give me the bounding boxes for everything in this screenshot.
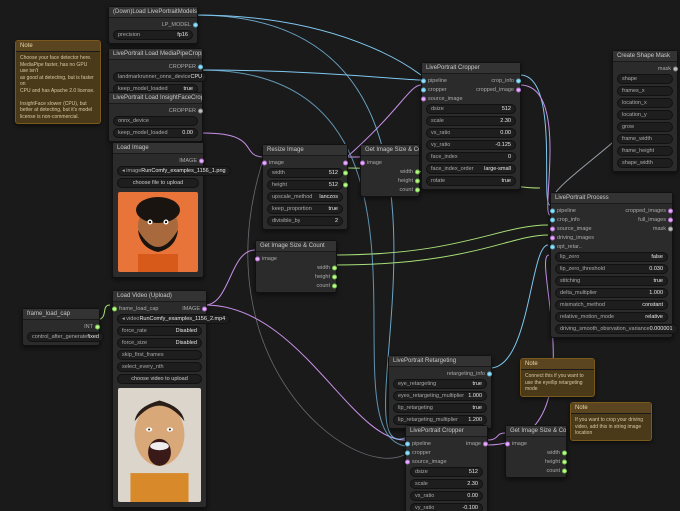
field-keep-proportion[interactable]: keep_proportiontrue (267, 204, 343, 214)
note-text: Choose your face detector here. MediaPip… (16, 52, 100, 123)
note-crop-driving-hint[interactable]: Note If you want to crop your driving vi… (570, 402, 652, 441)
field-onnx-device[interactable]: onnx_device (113, 116, 198, 126)
field-vx-ratio[interactable]: vx_ratio0.00 (410, 491, 483, 501)
field-rotate[interactable]: rotatetrue (426, 176, 516, 186)
field-height[interactable]: height512 (267, 180, 343, 190)
field-relative-motion-mode[interactable]: relative_motion_moderelative (555, 312, 668, 322)
field-width[interactable]: width512 (267, 168, 343, 178)
port-out-image (343, 160, 348, 165)
field-eye-retargeting[interactable]: eye_retargetingtrue (393, 379, 487, 389)
field-force-size[interactable]: force_sizeDisabled (117, 338, 202, 348)
node-liveportrait-process[interactable]: LivePortrait Process pipelinecropped_ima… (550, 192, 673, 338)
field-video[interactable]: ◂ videoRunComfy_examples_1156_2.mp4 (117, 314, 230, 324)
node-liveportrait-cropper-1[interactable]: LivePortrait Cropper pipelinecrop_info c… (421, 62, 521, 190)
node-get-image-size-2[interactable]: Get Image Size & Count image width heigh… (255, 240, 337, 293)
node-title[interactable]: Note (16, 41, 100, 52)
note-text: If you want to crop your driving video, … (571, 414, 651, 440)
port-in-image (421, 96, 426, 101)
video-preview (115, 385, 204, 505)
port-in-pipeline (421, 78, 426, 83)
node-title[interactable]: LivePortrait Cropper (406, 426, 487, 437)
node-title[interactable]: Get Image Size & Count (506, 426, 566, 437)
port-out-cropper (198, 108, 203, 113)
node-mediapipe-cropper-loader[interactable]: LivePortrait Load MediaPipeCropper CROPP… (108, 48, 203, 98)
node-title[interactable]: Resize Image (263, 145, 347, 156)
node-title[interactable]: Load Video (Upload) (113, 291, 206, 302)
port-in-image (360, 160, 365, 165)
field-vx-ratio[interactable]: vx_ratio0.00 (426, 128, 516, 138)
field-dsize[interactable]: dsize512 (426, 104, 516, 114)
node-title[interactable]: Note (521, 359, 594, 370)
field-lip-multiplier[interactable]: lip_retargeting_multiplier1.200 (393, 415, 487, 425)
node-title[interactable]: Note (571, 403, 651, 414)
node-title[interactable]: Get Image Size & Count (256, 241, 336, 252)
port-out-model (193, 22, 198, 27)
field-scale[interactable]: scale2.30 (426, 116, 516, 126)
note-text: Connect this if you want to use the eye/… (521, 370, 594, 396)
field-divisible-by[interactable]: divisible_by2 (267, 216, 343, 226)
field-stitching[interactable]: stitchingtrue (555, 276, 668, 286)
node-title[interactable]: Get Image Size & Count (361, 145, 419, 156)
node-download-models[interactable]: (Down)Load LivePortraitModels LP_MODEL p… (108, 6, 198, 44)
field-lip-retargeting[interactable]: lip_retargetingtrue (393, 403, 487, 413)
preview-shouting-face (118, 388, 201, 502)
field-control-after-generate[interactable]: control_after_generatefixed (27, 332, 104, 342)
field-dsize[interactable]: dsize512 (410, 467, 483, 477)
port-in-cropper (421, 87, 426, 92)
port-in-image (262, 160, 267, 165)
field-scale[interactable]: scale2.30 (410, 479, 483, 489)
port-out-width (343, 171, 348, 176)
node-get-image-size-3[interactable]: Get Image Size & Count image width heigh… (505, 425, 567, 478)
field-face-index[interactable]: face_index0 (426, 152, 516, 162)
field-vy-ratio[interactable]: vy_ratio-0.100 (410, 503, 483, 511)
node-load-image[interactable]: Load Image IMAGE ◂ imageRunComfy_example… (112, 142, 204, 278)
node-liveportrait-cropper-2[interactable]: LivePortrait Cropper pipelineimage cropp… (405, 425, 488, 511)
field-driving-smooth-variance[interactable]: driving_smooth_obsrvation_variance0.0000… (555, 324, 678, 334)
port-out-cropper (198, 64, 203, 69)
field-onnx-device[interactable]: landmarkrunner_onnx_deviceCPU (113, 72, 207, 82)
node-frame-load-cap[interactable]: frame_load_cap INT control_after_generat… (22, 308, 100, 346)
note-detector-choice[interactable]: Note Choose your face detector here. Med… (15, 40, 101, 124)
node-title[interactable]: (Down)Load LivePortraitModels (109, 7, 197, 18)
node-create-shape-mask[interactable]: Create Shape Mask mask shape frames_x lo… (612, 50, 678, 172)
field-filename[interactable]: ◂ imageRunComfy_examples_1156_1.png (117, 166, 231, 176)
field-delta-multiplier[interactable]: delta_multiplier1.000 (555, 288, 668, 298)
node-title[interactable]: LivePortrait Retargeting (389, 356, 491, 367)
note-retarget-hint[interactable]: Note Connect this if you want to use the… (520, 358, 595, 397)
field-force-rate[interactable]: force_rateDisabled (117, 326, 202, 336)
field-mismatch-method[interactable]: mismatch_methodconstant (555, 300, 668, 310)
field-lip-zero[interactable]: lip_zerofalse (555, 252, 668, 262)
field-upscale-method[interactable]: upscale_methodlanczos (267, 192, 343, 202)
node-title[interactable]: LivePortrait Cropper (422, 63, 520, 74)
node-title[interactable]: Create Shape Mask (613, 51, 677, 62)
node-insightface-cropper-loader[interactable]: LivePortrait Load InsightFaceCropper CRO… (108, 92, 203, 142)
node-load-video[interactable]: Load Video (Upload) frame_load_capIMAGE … (112, 290, 207, 508)
field-precision[interactable]: precisionfp16 (113, 30, 193, 40)
field-skip-first[interactable]: skip_first_frames (117, 350, 202, 360)
field-vy-ratio[interactable]: vy_ratio-0.125 (426, 140, 516, 150)
field-keep-loaded[interactable]: keep_model_loaded0.00 (113, 128, 198, 138)
image-preview (115, 189, 201, 275)
field-select-every-nth[interactable]: select_every_nth (117, 362, 202, 372)
node-title[interactable]: LivePortrait Load InsightFaceCropper (109, 93, 202, 104)
node-title[interactable]: Load Image (113, 143, 203, 154)
node-title[interactable]: LivePortrait Process (551, 193, 672, 204)
node-title[interactable]: LivePortrait Load MediaPipeCropper (109, 49, 202, 60)
node-liveportrait-retargeting[interactable]: LivePortrait Retargeting retargeting_inf… (388, 355, 492, 429)
field-face-index-order[interactable]: face_index_orderlarge-small (426, 164, 516, 174)
node-resize-image[interactable]: Resize Image image width512 height512 up… (262, 144, 348, 230)
upload-video-button[interactable]: choose video to upload (117, 374, 202, 384)
port-out-image (199, 158, 204, 163)
field-lip-zero-threshold[interactable]: lip_zero_threshold0.030 (555, 264, 668, 274)
preview-stylized-face (118, 192, 198, 272)
node-get-image-size-1[interactable]: Get Image Size & Count image width heigh… (360, 144, 420, 197)
field-eyes-multiplier[interactable]: eyes_retargeting_multiplier1.000 (393, 391, 487, 401)
node-title[interactable]: frame_load_cap (23, 309, 99, 320)
upload-button[interactable]: choose file to upload (117, 178, 199, 188)
port-out-height (343, 183, 348, 188)
